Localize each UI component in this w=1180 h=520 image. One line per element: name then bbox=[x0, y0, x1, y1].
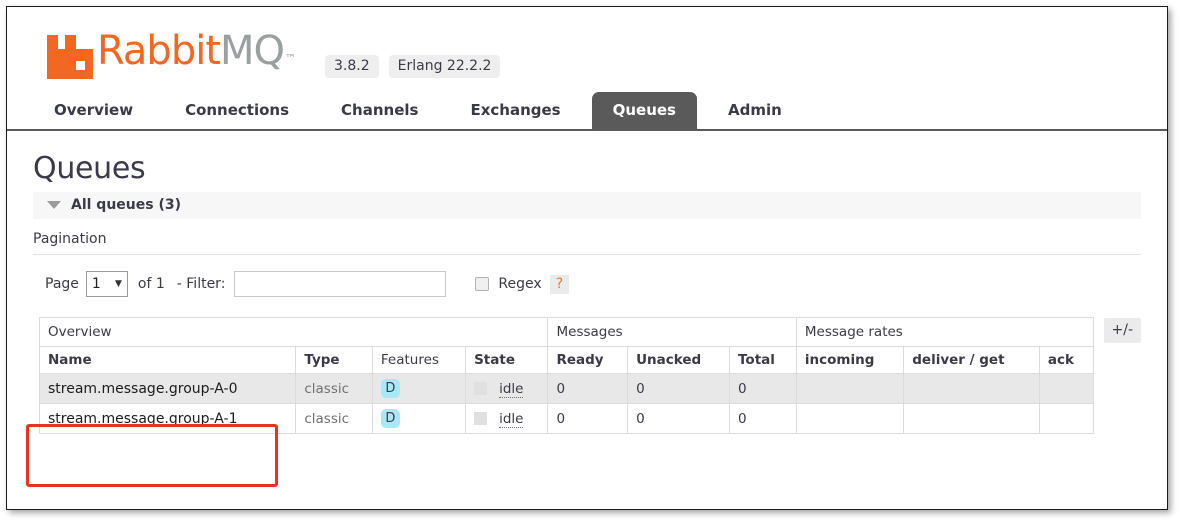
durable-badge: D bbox=[380, 409, 400, 428]
queue-unacked: 0 bbox=[627, 373, 731, 404]
queue-ready: 0 bbox=[547, 373, 629, 404]
state-swatch-icon bbox=[474, 382, 488, 395]
main-navigation: Overview Connections Channels Exchanges … bbox=[7, 91, 1167, 131]
tab-overview[interactable]: Overview bbox=[33, 92, 154, 129]
queue-total: 0 bbox=[729, 373, 797, 404]
filter-input[interactable] bbox=[234, 271, 447, 297]
all-queues-section-toggle[interactable]: All queues (3) bbox=[33, 192, 1141, 219]
queue-deliver-get bbox=[903, 403, 1040, 434]
group-header-overview: Overview bbox=[38, 317, 549, 347]
rabbitmq-management-page: RabbitMQ™ 3.8.2 Erlang 22.2.2 Overview C… bbox=[6, 6, 1168, 510]
column-header-type[interactable]: Type bbox=[295, 346, 373, 374]
queue-unacked: 0 bbox=[627, 403, 731, 434]
queues-table-zone: Overview Messages Message rates Name Typ… bbox=[33, 311, 1141, 434]
table-group-header-row: Overview Messages Message rates bbox=[38, 317, 1094, 347]
column-header-state[interactable]: State bbox=[465, 346, 549, 374]
pagination-section-label: Pagination bbox=[33, 219, 1141, 255]
rabbitmq-version-badge: 3.8.2 bbox=[325, 55, 379, 78]
logo-wordmark: RabbitMQ™ bbox=[97, 28, 296, 81]
tab-exchanges[interactable]: Exchanges bbox=[449, 92, 581, 129]
column-header-features[interactable]: Features bbox=[371, 346, 467, 374]
tab-admin[interactable]: Admin bbox=[707, 92, 803, 129]
rabbit-head-icon bbox=[47, 35, 93, 79]
column-header-incoming[interactable]: incoming bbox=[795, 346, 905, 374]
erlang-version-badge: Erlang 22.2.2 bbox=[388, 55, 501, 78]
queue-state: idle bbox=[465, 403, 549, 434]
page-select-value: 1 bbox=[91, 276, 101, 292]
queue-type: classic bbox=[295, 403, 373, 434]
all-queues-label: All queues (3) bbox=[71, 197, 181, 213]
logo-text-mq: MQ bbox=[220, 28, 285, 74]
queues-table: Overview Messages Message rates Name Typ… bbox=[38, 317, 1094, 434]
queue-deliver-get bbox=[903, 373, 1040, 404]
regex-help-button[interactable]: ? bbox=[549, 274, 570, 294]
durable-badge: D bbox=[380, 379, 400, 398]
page-total-label: of 1 bbox=[137, 276, 165, 292]
tab-connections[interactable]: Connections bbox=[164, 92, 310, 129]
main-content: Queues All queues (3) Pagination Page 1 … bbox=[7, 151, 1167, 434]
logo-text-rabbit: Rabbit bbox=[97, 28, 221, 74]
queue-name-link[interactable]: stream.message.group-A-1 bbox=[38, 403, 297, 434]
queue-ready: 0 bbox=[547, 403, 629, 434]
chevron-down-icon bbox=[47, 201, 61, 209]
trademark-symbol: ™ bbox=[285, 52, 296, 65]
column-header-ready[interactable]: Ready bbox=[547, 346, 629, 374]
queue-features: D bbox=[371, 403, 467, 434]
filter-label: - Filter: bbox=[176, 276, 226, 292]
tab-queues[interactable]: Queues bbox=[591, 92, 697, 129]
column-header-total[interactable]: Total bbox=[729, 346, 797, 374]
regex-checkbox[interactable] bbox=[475, 277, 490, 291]
page-header: RabbitMQ™ 3.8.2 Erlang 22.2.2 bbox=[7, 7, 1167, 91]
screenshot-frame: RabbitMQ™ 3.8.2 Erlang 22.2.2 Overview C… bbox=[0, 0, 1180, 520]
state-label: idle bbox=[499, 380, 524, 398]
table-row: stream.message.group-A-1 classic D idle … bbox=[38, 403, 1094, 434]
toggle-columns-button[interactable]: +/- bbox=[1103, 318, 1141, 343]
column-header-ack[interactable]: ack bbox=[1038, 346, 1094, 374]
tab-channels[interactable]: Channels bbox=[320, 92, 439, 129]
state-swatch-icon bbox=[474, 412, 488, 425]
queue-features: D bbox=[371, 373, 467, 404]
version-badges: 3.8.2 Erlang 22.2.2 bbox=[325, 55, 501, 78]
page-label: Page bbox=[45, 276, 79, 292]
table-row: stream.message.group-A-0 classic D idle … bbox=[38, 373, 1094, 404]
state-label: idle bbox=[499, 410, 524, 428]
queue-total: 0 bbox=[729, 403, 797, 434]
queue-type: classic bbox=[295, 373, 373, 404]
regex-label: Regex bbox=[498, 276, 542, 292]
queue-name-link[interactable]: stream.message.group-A-0 bbox=[38, 373, 297, 404]
column-header-deliver-get[interactable]: deliver / get bbox=[903, 346, 1040, 374]
page-title: Queues bbox=[33, 151, 146, 186]
queue-incoming bbox=[795, 373, 905, 404]
pagination-controls: Page 1 ▼ of 1 - Filter: Regex ? bbox=[33, 255, 1141, 311]
rabbitmq-logo[interactable]: RabbitMQ™ bbox=[47, 28, 296, 81]
queue-ack bbox=[1038, 373, 1094, 404]
table-column-header-row: Name Type Features State Ready Unacked T… bbox=[38, 346, 1094, 374]
page-select[interactable]: 1 ▼ bbox=[85, 271, 128, 297]
column-header-name[interactable]: Name bbox=[38, 346, 297, 374]
queue-incoming bbox=[795, 403, 905, 434]
queue-state: idle bbox=[465, 373, 549, 404]
column-header-unacked[interactable]: Unacked bbox=[627, 346, 731, 374]
group-header-messages: Messages bbox=[547, 317, 797, 347]
chevron-down-icon: ▼ bbox=[114, 279, 122, 289]
queue-ack bbox=[1038, 403, 1094, 434]
group-header-message-rates: Message rates bbox=[795, 317, 1094, 347]
